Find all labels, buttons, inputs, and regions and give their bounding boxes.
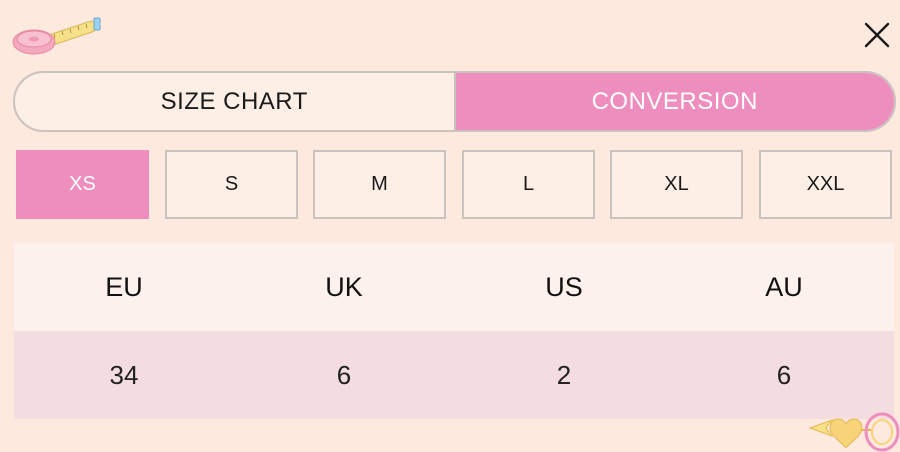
tab-switcher: SIZE CHART CONVERSION	[13, 71, 896, 132]
heart-ring-decoration-icon	[808, 412, 900, 452]
value-cell-uk: 6	[336, 359, 352, 390]
size-button-xxl[interactable]: XXL	[759, 150, 892, 219]
size-button-xs[interactable]: XS	[16, 150, 149, 219]
close-icon	[864, 22, 890, 48]
measuring-tape-icon	[12, 17, 101, 55]
size-guide-modal: SIZE CHART CONVERSION XS S M L XL XXL EU…	[0, 0, 900, 452]
tab-size-chart[interactable]: SIZE CHART	[15, 73, 454, 130]
size-button-l[interactable]: L	[462, 150, 595, 219]
header-cell-au: AU	[765, 271, 803, 302]
header-cell-uk: UK	[325, 271, 363, 302]
header-cell-us: US	[545, 271, 583, 302]
value-cell-eu: 34	[109, 359, 139, 390]
size-selector: XS S M L XL XXL	[16, 150, 892, 219]
conversion-table: EU UK US AU 34 6 2 6	[14, 243, 894, 419]
header-cell-eu: EU	[105, 271, 143, 302]
size-button-xl[interactable]: XL	[610, 150, 743, 219]
close-button[interactable]	[860, 18, 894, 52]
size-button-s[interactable]: S	[165, 150, 298, 219]
size-button-m[interactable]: M	[313, 150, 446, 219]
table-row: 34 6 2 6	[14, 331, 894, 419]
tab-conversion[interactable]: CONVERSION	[453, 73, 894, 130]
table-header-row: EU UK US AU	[14, 243, 894, 331]
value-cell-us: 2	[556, 359, 572, 390]
